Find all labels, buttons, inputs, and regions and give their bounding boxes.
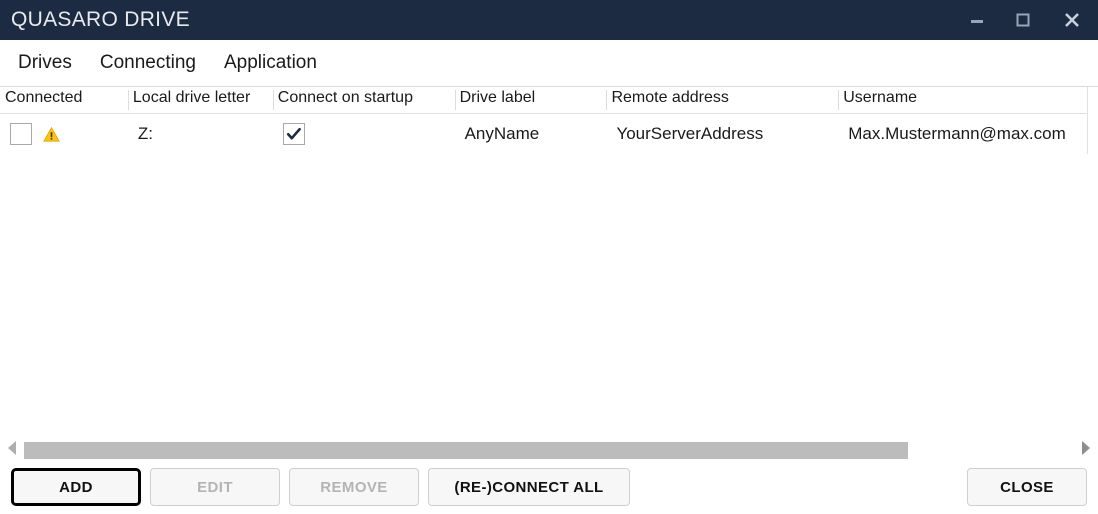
chevron-left-icon bbox=[6, 440, 18, 461]
menu-item-connecting[interactable]: Connecting bbox=[90, 50, 206, 76]
remove-button: REMOVE bbox=[289, 468, 419, 506]
column-header-drive-label[interactable]: Drive label bbox=[454, 87, 607, 113]
scroll-track[interactable] bbox=[24, 441, 1074, 459]
cell-remote-address: YourServerAddress bbox=[616, 124, 764, 143]
column-header-connected[interactable]: Connected bbox=[0, 87, 128, 113]
application-window: QUASARO DRIVE Drives Connecting Applicat… bbox=[0, 0, 1098, 514]
cell-drive-label: AnyName bbox=[464, 124, 540, 143]
window-controls bbox=[954, 0, 1098, 40]
connected-checkbox[interactable] bbox=[10, 123, 32, 145]
column-header-remote-address[interactable]: Remote address bbox=[606, 87, 838, 113]
menu-item-application[interactable]: Application bbox=[214, 50, 327, 76]
connect-on-startup-checkbox[interactable] bbox=[282, 123, 305, 145]
warning-icon bbox=[43, 126, 60, 143]
action-button-bar: ADD EDIT REMOVE (RE-)CONNECT ALL CLOSE bbox=[0, 460, 1098, 514]
check-icon bbox=[286, 127, 301, 140]
drives-table: Connected Local drive letter Connect on … bbox=[0, 87, 1098, 440]
horizontal-scrollbar[interactable] bbox=[0, 440, 1098, 460]
maximize-button[interactable] bbox=[1000, 0, 1046, 40]
minimize-button[interactable] bbox=[954, 0, 1000, 40]
close-dialog-button[interactable]: CLOSE bbox=[967, 468, 1087, 506]
column-header-connect-on-startup[interactable]: Connect on startup bbox=[272, 87, 455, 113]
reconnect-all-button[interactable]: (RE-)CONNECT ALL bbox=[428, 468, 630, 506]
menu-bar: Drives Connecting Application bbox=[0, 40, 1098, 87]
menu-item-drives[interactable]: Drives bbox=[8, 50, 82, 76]
column-header-username[interactable]: Username bbox=[838, 87, 1087, 113]
scroll-left-button[interactable] bbox=[4, 440, 20, 460]
maximize-icon bbox=[1015, 12, 1031, 28]
minimize-icon bbox=[969, 12, 985, 28]
table-row[interactable]: Z: AnyName YourServerAddress Max.Musterm… bbox=[0, 114, 1087, 154]
app-title: QUASARO DRIVE bbox=[11, 8, 190, 31]
drives-grid: Connected Local drive letter Connect on … bbox=[0, 87, 1088, 154]
column-header-local-drive-letter[interactable]: Local drive letter bbox=[127, 87, 273, 113]
close-button[interactable] bbox=[1046, 0, 1098, 40]
add-button[interactable]: ADD bbox=[11, 468, 141, 506]
cell-username: Max.Mustermann@max.com bbox=[848, 124, 1066, 143]
scroll-thumb[interactable] bbox=[24, 441, 909, 459]
title-bar: QUASARO DRIVE bbox=[0, 0, 1098, 40]
cell-connected bbox=[0, 114, 128, 154]
edit-button: EDIT bbox=[150, 468, 280, 506]
cell-local-drive-letter: Z: bbox=[137, 124, 153, 143]
chevron-right-icon bbox=[1080, 440, 1092, 461]
cell-connect-on-startup bbox=[273, 114, 455, 154]
table-header-row: Connected Local drive letter Connect on … bbox=[0, 87, 1087, 114]
close-icon bbox=[1062, 10, 1082, 30]
scroll-right-button[interactable] bbox=[1078, 440, 1094, 460]
